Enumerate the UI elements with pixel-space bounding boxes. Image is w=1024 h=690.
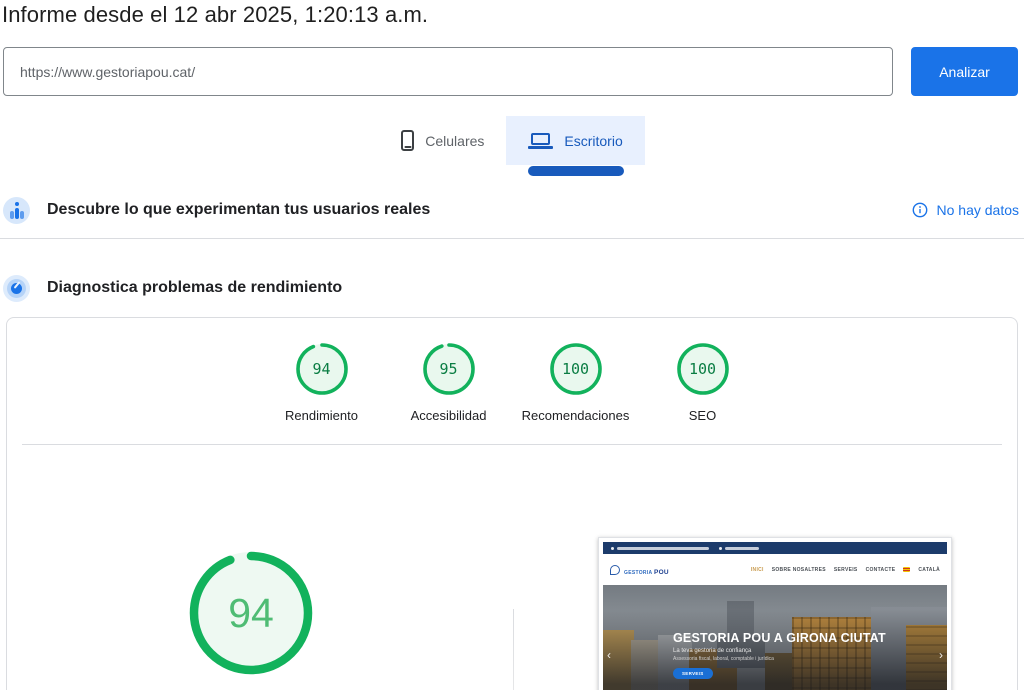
best-practices-score-label: Recomendaciones	[521, 408, 630, 423]
main-gauge-value: 94	[228, 589, 274, 636]
tab-mobile-label: Celulares	[425, 132, 485, 149]
thumb-nav-item: SERVEIS	[833, 566, 858, 573]
thumb-hero-subtitle: La teva gestoria de confiança	[673, 648, 752, 654]
seo-score-label: SEO	[688, 408, 717, 423]
info-icon	[912, 202, 927, 218]
thumb-nav-item: INICI	[750, 566, 764, 573]
thumb-nav-item: CONTACTE	[865, 566, 896, 573]
field-section-title: Descubre lo que experimentan tus usuario…	[47, 201, 431, 218]
score-performance[interactable]: 94 Rendimiento	[258, 341, 385, 423]
carousel-prev-icon: ‹	[607, 648, 611, 663]
seo-gauge: 100	[675, 341, 731, 397]
tab-desktop-label: Escritorio	[564, 132, 623, 149]
thumb-site-header: GESTORIA POU INICI SOBRE NOSALTRES SERVE…	[603, 554, 947, 585]
score-accessibility[interactable]: 95 Accesibilidad	[385, 341, 512, 423]
device-tabs: Celulares Escritorio	[0, 116, 1024, 180]
thumb-hero-button: SERVEIS	[673, 668, 713, 679]
score-seo[interactable]: 100 SEO	[639, 341, 766, 423]
speedometer-icon	[3, 274, 30, 302]
section-diagnose[interactable]: Diagnostica problemas de rendimiento	[0, 266, 1024, 310]
analyze-button[interactable]: Analizar	[911, 47, 1018, 96]
laptop-icon	[528, 132, 554, 149]
diagnose-section-title: Diagnostica problemas de rendimiento	[47, 279, 343, 296]
best-practices-gauge: 100	[548, 341, 604, 397]
selected-tab-indicator	[527, 166, 624, 176]
thumb-hero-title: GESTORIA POU A GIRONA CIUTAT	[673, 631, 886, 645]
real-users-icon	[3, 196, 30, 224]
thumb-logo-icon	[610, 564, 620, 575]
performance-score-label: Rendimiento	[285, 408, 358, 423]
seo-score-value: 100	[688, 360, 717, 378]
performance-score-value: 94	[312, 360, 331, 378]
score-best-practices[interactable]: 100 Recomendaciones	[512, 341, 639, 423]
thumb-site-logo: GESTORIA POU	[610, 562, 669, 578]
thumb-hero-text: Assessoria fiscal, laboral, comptable i …	[673, 656, 774, 662]
accessibility-score-label: Accesibilidad	[410, 408, 487, 423]
accessibility-gauge: 95	[421, 341, 477, 397]
best-practices-score-value: 100	[561, 360, 590, 378]
site-screenshot-thumbnail[interactable]: GESTORIA POU INICI SOBRE NOSALTRES SERVE…	[598, 537, 952, 690]
page-title: Informe desde el 12 abr 2025, 1:20:13 a.…	[2, 2, 429, 27]
section-divider	[0, 238, 1024, 239]
section-field-data[interactable]: Descubre lo que experimentan tus usuario…	[0, 188, 1024, 232]
catalan-flag-icon	[903, 567, 911, 572]
performance-gauge: 94	[294, 341, 350, 397]
results-card: 94 Rendimiento 95 Accesibilidad 100 Reco…	[6, 317, 1018, 690]
carousel-next-icon: ›	[939, 648, 943, 663]
category-scores: 94 Rendimiento 95 Accesibilidad 100 Reco…	[7, 341, 1017, 423]
no-data-label: No hay datos	[936, 202, 1020, 218]
thumb-site-topbar	[603, 542, 947, 554]
tab-desktop[interactable]: Escritorio	[506, 116, 645, 176]
thumb-nav-item: SOBRE NOSALTRES	[771, 566, 826, 573]
thumb-site-nav: INICI SOBRE NOSALTRES SERVEIS CONTACTE C…	[751, 567, 940, 573]
pagespeed-report: Informe desde el 12 abr 2025, 1:20:13 a.…	[0, 0, 1024, 690]
phone-icon	[401, 130, 415, 151]
tab-mobile[interactable]: Celulares	[379, 116, 506, 165]
url-input[interactable]	[3, 47, 893, 96]
main-performance-gauge: 94	[186, 548, 316, 678]
thumb-nav-item: CATALÀ	[918, 566, 940, 573]
thumb-hero-image: ‹ › GESTORIA POU A GIRONA CIUTAT La teva…	[603, 585, 947, 690]
vertical-divider	[513, 609, 514, 690]
accessibility-score-value: 95	[439, 360, 458, 378]
card-divider	[22, 444, 1002, 445]
no-data-status[interactable]: No hay datos	[912, 202, 1020, 218]
